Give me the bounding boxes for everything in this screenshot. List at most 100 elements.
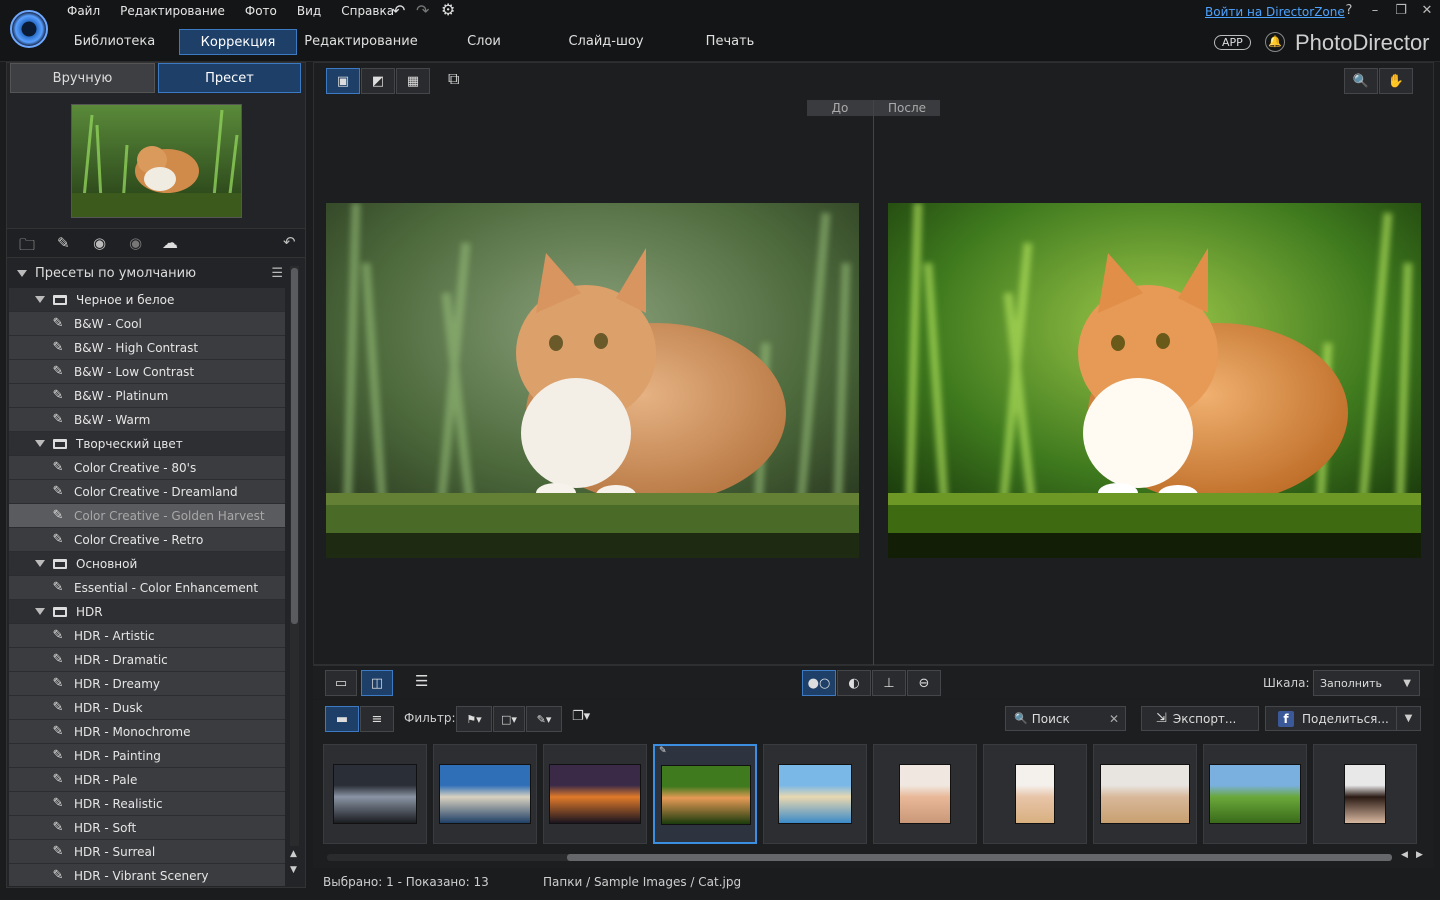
filmstrip-scrollbar[interactable]	[327, 854, 1392, 861]
thumbnail-sunset-clouds[interactable]	[543, 744, 647, 844]
tab-manual[interactable]: Вручную	[10, 63, 155, 93]
expand-triangle-icon[interactable]	[35, 440, 45, 447]
menu-photo[interactable]: Фото	[245, 4, 277, 18]
redo-icon[interactable]: ↷	[416, 1, 429, 20]
tab-library[interactable]: Библиотека	[62, 29, 167, 55]
preset-item[interactable]: ✎ Color Creative - Retro	[9, 528, 285, 552]
compare-mode-2-button[interactable]: ◐	[837, 670, 871, 696]
preset-item[interactable]: ✎ B&W - High Contrast	[9, 336, 285, 360]
thumbnail-woman-dark-hair[interactable]	[1313, 744, 1417, 844]
preset-item[interactable]: ✎ Color Creative - Dreamland	[9, 480, 285, 504]
pan-tool-button[interactable]: ✋	[1379, 68, 1413, 94]
reset-icon[interactable]: ↶	[283, 233, 296, 251]
help-button[interactable]: ?	[1336, 3, 1362, 18]
search-input[interactable]: 🔍 Поиск ✕	[1005, 706, 1126, 731]
preset-folder[interactable]: Основной	[9, 552, 285, 576]
menu-help[interactable]: Справка	[341, 4, 394, 18]
preset-folder[interactable]: Творческий цвет	[9, 432, 285, 456]
thumbnail-cat-grass[interactable]: ✎	[653, 744, 757, 844]
filmstrip-view-button[interactable]: ▬	[325, 706, 359, 732]
scroll-right-icon[interactable]: ▶	[1416, 850, 1423, 860]
cloud-icon[interactable]: ☁	[162, 233, 178, 252]
preset-item[interactable]: ✎ HDR - Surreal	[9, 840, 285, 864]
thumbnail-woman-portrait[interactable]	[983, 744, 1087, 844]
upload-preset-icon[interactable]: ◉	[129, 234, 142, 252]
color-filter-dropdown[interactable]: □▾	[493, 706, 525, 732]
list-view-button[interactable]: ≡	[360, 706, 394, 732]
scrollbar-thumb[interactable]	[291, 268, 298, 624]
tab-print[interactable]: Печать	[692, 29, 768, 55]
compare-divider[interactable]	[873, 100, 874, 666]
tab-slideshow[interactable]: Слайд-шоу	[558, 29, 654, 55]
preset-item[interactable]: ✎ Essential - Color Enhancement	[9, 576, 285, 600]
scrollbar-track[interactable]	[290, 266, 299, 846]
export-button[interactable]: ⇲ Экспорт...	[1141, 706, 1259, 731]
compare-mode-4-button[interactable]: ⊖	[907, 670, 941, 696]
preset-folder[interactable]: HDR	[9, 600, 285, 624]
preset-item[interactable]: ✎ HDR - Painting	[9, 744, 285, 768]
restore-icon[interactable]: ❐	[1388, 3, 1414, 18]
expand-triangle-icon[interactable]	[35, 608, 45, 615]
download-preset-icon[interactable]: ◉	[93, 234, 106, 252]
view-compare-button[interactable]: ▣	[326, 68, 360, 94]
preset-item[interactable]: ✎ HDR - Dreamy	[9, 672, 285, 696]
thumbnail-woman-relaxing[interactable]	[1093, 744, 1197, 844]
preset-folder[interactable]: Черное и белое	[9, 288, 285, 312]
scale-dropdown[interactable]: Заполнить ▼	[1313, 670, 1420, 696]
share-dropdown-icon[interactable]: ▼	[1396, 707, 1420, 730]
preset-item[interactable]: ✎ HDR - Realistic	[9, 792, 285, 816]
single-view-button[interactable]: ▭	[325, 670, 357, 696]
thumbnail-mountain-lake-dark[interactable]	[323, 744, 427, 844]
second-display-icon[interactable]: ⧉	[448, 69, 459, 89]
zoom-tool-button[interactable]: 🔍	[1344, 68, 1378, 94]
directorzone-link[interactable]: Войти на DirectorZone	[1205, 5, 1345, 19]
stack-filter-icon[interactable]: ❐▾	[572, 709, 590, 724]
edit-filter-dropdown[interactable]: ✎▾	[526, 706, 562, 732]
list-menu-icon[interactable]: ☰	[271, 266, 283, 281]
share-button[interactable]: f Поделиться... ▼	[1265, 706, 1421, 731]
menu-edit[interactable]: Редактирование	[120, 4, 225, 18]
scroll-left-icon[interactable]: ◀	[1401, 850, 1408, 860]
preset-item[interactable]: ✎ HDR - Dusk	[9, 696, 285, 720]
app-badge[interactable]: APP	[1214, 35, 1251, 50]
preset-item[interactable]: ✎ B&W - Platinum	[9, 384, 285, 408]
preset-item[interactable]: ✎ B&W - Low Contrast	[9, 360, 285, 384]
preset-item[interactable]: ✎ HDR - Monochrome	[9, 720, 285, 744]
tab-editing[interactable]: Редактирование	[300, 29, 422, 55]
preset-item[interactable]: ✎ HDR - Soft	[9, 816, 285, 840]
preset-item[interactable]: ✎ Color Creative - 80's	[9, 456, 285, 480]
preset-item[interactable]: ✎ HDR - Artistic	[9, 624, 285, 648]
flag-filter-dropdown[interactable]: ⚑▾	[456, 706, 492, 732]
tab-correction[interactable]: Коррекция	[179, 29, 297, 55]
tab-preset[interactable]: Пресет	[158, 63, 301, 93]
thumbnail-green-hills[interactable]	[1203, 744, 1307, 844]
compare-mode-1-button[interactable]: ●○	[802, 670, 836, 696]
add-preset-icon[interactable]: ✎	[57, 234, 70, 252]
preset-item[interactable]: ✎ B&W - Warm	[9, 408, 285, 432]
clear-search-icon[interactable]: ✕	[1109, 712, 1119, 726]
thumbnail-mountain-lake-blue[interactable]	[433, 744, 537, 844]
preset-item[interactable]: ✎ HDR - Dramatic	[9, 648, 285, 672]
undo-icon[interactable]: ↶	[392, 1, 405, 20]
scroll-up-icon[interactable]: ▲	[290, 849, 297, 859]
preset-item[interactable]: ✎ HDR - Pale	[9, 768, 285, 792]
preset-item[interactable]: ✎ Color Creative - Golden Harvest	[9, 504, 285, 528]
compare-mode-3-button[interactable]: ⊥	[872, 670, 906, 696]
view-grid-button[interactable]: ▦	[396, 68, 430, 94]
expand-triangle-icon[interactable]	[35, 560, 45, 567]
menu-view[interactable]: Вид	[297, 4, 321, 18]
expand-triangle-icon[interactable]	[35, 296, 45, 303]
side-by-side-button[interactable]: ◫	[361, 670, 393, 696]
tab-layers[interactable]: Слои	[450, 29, 518, 55]
minimize-icon[interactable]: –	[1362, 3, 1388, 18]
thumbnail-beach-kids[interactable]	[763, 744, 867, 844]
menu-file[interactable]: Файл	[67, 4, 100, 18]
filmstrip-scroll-thumb[interactable]	[567, 854, 1392, 861]
presets-header[interactable]: Пресеты по умолчанию ☰	[7, 261, 283, 285]
view-single-button[interactable]: ◩	[361, 68, 395, 94]
close-icon[interactable]: ✕	[1414, 3, 1440, 18]
preset-item[interactable]: ✎ HDR - Vibrant Scenery	[9, 864, 285, 886]
preset-item[interactable]: ✎ B&W - Cool	[9, 312, 285, 336]
thumbnail-woman-smiling[interactable]	[873, 744, 977, 844]
notification-bell-icon[interactable]: 🔔	[1265, 32, 1285, 52]
